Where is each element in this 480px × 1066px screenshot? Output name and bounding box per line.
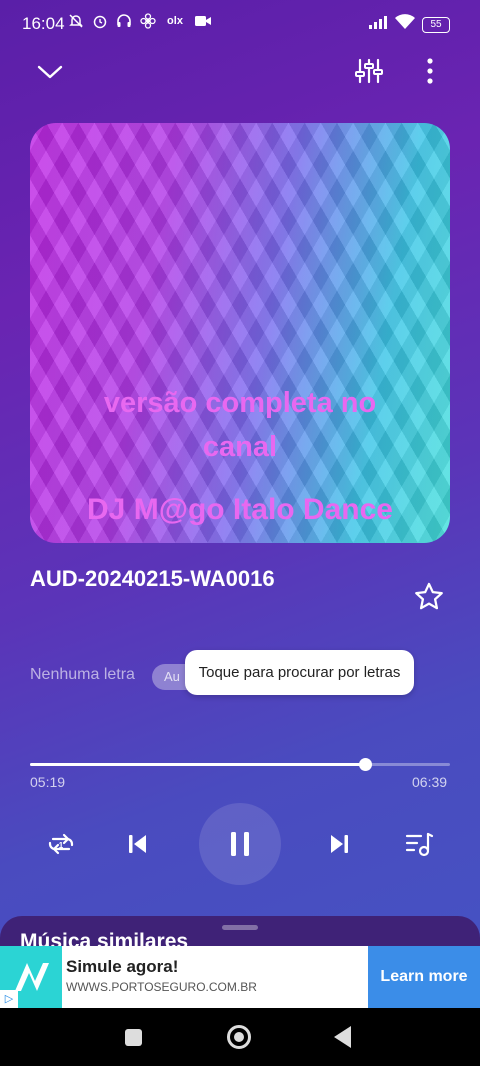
repeat-one-icon: 1 [48, 833, 74, 855]
repeat-button[interactable]: 1 [41, 824, 81, 864]
more-options-button[interactable] [420, 56, 440, 86]
recents-button[interactable] [125, 1029, 142, 1046]
status-bar: 16:04 olx 55 [0, 0, 480, 46]
status-time: 16:04 [22, 14, 65, 33]
olx-icon: olx [167, 15, 183, 27]
system-indicators: 55 [368, 14, 450, 35]
album-art-text-line1: versão completa no [103, 387, 377, 419]
ad-url[interactable]: WWWS.PORTOSEGURO.COM.BR [66, 980, 257, 994]
progress-handle[interactable] [359, 758, 373, 771]
total-time: 06:39 [412, 774, 448, 790]
pause-icon [231, 832, 249, 856]
progress-fill [30, 763, 366, 766]
current-time: 05:19 [30, 774, 66, 790]
queue-music-icon [405, 832, 434, 857]
track-title: AUD-20240215-WA0016 [30, 566, 275, 591]
collapse-button[interactable] [36, 58, 64, 86]
pinwheel-icon [140, 13, 156, 29]
equalizer-icon [355, 58, 383, 84]
skip-previous-icon [129, 835, 146, 853]
wifi-icon [394, 14, 416, 35]
no-lyrics-label: Nenhuma letra [30, 666, 135, 683]
pause-button[interactable] [199, 803, 281, 885]
album-art-text-line3: DJ M@go Italo Dance [87, 493, 393, 526]
back-button[interactable] [334, 1026, 351, 1048]
sheet-drag-handle[interactable] [222, 925, 258, 930]
notification-icons: olx [68, 13, 211, 29]
favorite-button[interactable] [412, 580, 446, 614]
skip-next-icon [331, 835, 348, 853]
signal-icon [368, 15, 388, 34]
video-icon [194, 13, 211, 29]
next-button[interactable] [320, 824, 360, 864]
more-vertical-icon [427, 58, 433, 84]
album-art-text-line2: canal [202, 431, 278, 463]
adchoices-icon[interactable]: ▷ [0, 990, 18, 1008]
battery-icon: 55 [422, 16, 450, 33]
ad-learn-more-button[interactable]: Learn more [368, 946, 480, 1008]
chevron-down-icon [37, 65, 63, 79]
previous-button[interactable] [117, 824, 157, 864]
svg-text:1: 1 [59, 841, 64, 850]
queue-button[interactable] [399, 824, 439, 864]
equalizer-button[interactable] [354, 56, 384, 86]
home-button[interactable] [227, 1025, 251, 1049]
star-outline-icon [415, 582, 443, 610]
album-art: versão completa no canal DJ M@go Italo D… [30, 123, 450, 543]
headphones-icon [116, 13, 132, 29]
lyrics-tooltip[interactable]: Toque para procurar por letras [185, 650, 414, 695]
notifications-off-icon [68, 13, 84, 29]
ad-title[interactable]: Simule agora! [66, 957, 178, 977]
alarm-icon [92, 13, 108, 29]
